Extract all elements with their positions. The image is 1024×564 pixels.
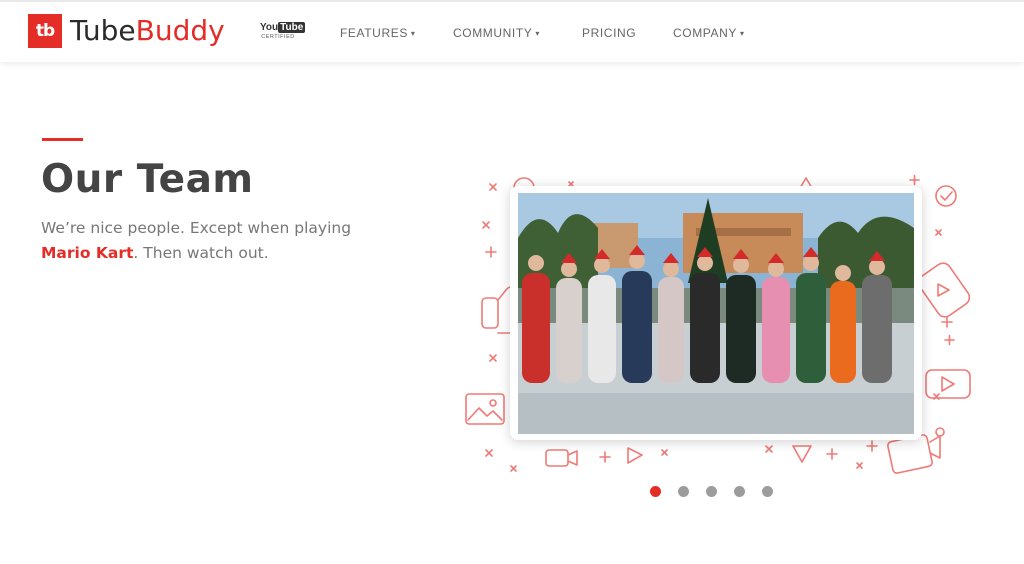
top-navbar: tb TubeBuddy You Tube CERTIFIED FEATURES ▾… [0,0,1024,62]
subtitle-text-end: . Then watch out. [133,244,269,262]
nav-community[interactable]: COMMUNITY ▾ [453,26,540,40]
page-title: Our Team [41,157,254,202]
nav-pricing-label: PRICING [582,26,637,40]
chevron-down-icon: ▾ [535,29,541,38]
nav-features[interactable]: FEATURES ▾ [340,26,416,40]
play-triangle-icon [792,445,812,463]
carousel-dot-2[interactable] [678,486,689,497]
tubebuddy-logo[interactable]: tb TubeBuddy [28,14,225,48]
checkmark-circle-icon [935,185,957,207]
nav-features-label: FEATURES [340,26,408,40]
carousel-dot-4[interactable] [734,486,745,497]
subtitle-text-start: We’re nice people. Except when playing [41,219,352,237]
youtube-certified-badge: You Tube CERTIFIED [260,22,306,41]
nav-community-label: COMMUNITY [453,26,533,40]
subtitle-highlight: Mario Kart [41,244,134,262]
team-members [522,271,892,383]
badge-certified: CERTIFIED [261,34,295,40]
nav-pricing[interactable]: PRICING [582,26,636,40]
video-camera-icon [545,449,578,467]
carousel-dot-3[interactable] [706,486,717,497]
team-photo-card [510,186,922,440]
nav-company-label: COMPANY [673,26,737,40]
page-subtitle: We’re nice people. Except when playing M… [41,216,371,266]
carousel-dot-1[interactable] [650,486,661,497]
chevron-down-icon: ▾ [739,29,745,38]
badge-you: You [260,22,279,33]
carousel-dot-5[interactable] [762,486,773,497]
logo-text-buddy: Buddy [135,14,225,47]
image-icon [465,393,505,425]
team-photo [518,193,914,434]
play-triangle-icon [627,447,643,464]
nav-company[interactable]: COMPANY ▾ [673,26,745,40]
play-button-icon [917,262,971,318]
play-button-icon [925,369,971,399]
chevron-down-icon: ▾ [410,29,416,38]
carousel-dots [650,486,790,497]
logo-mark-icon: tb [28,14,62,48]
badge-tube: Tube [278,22,306,33]
logo-text-tube: Tube [70,14,136,47]
logo-wordmark: TubeBuddy [70,14,225,48]
title-accent-line [42,138,83,141]
